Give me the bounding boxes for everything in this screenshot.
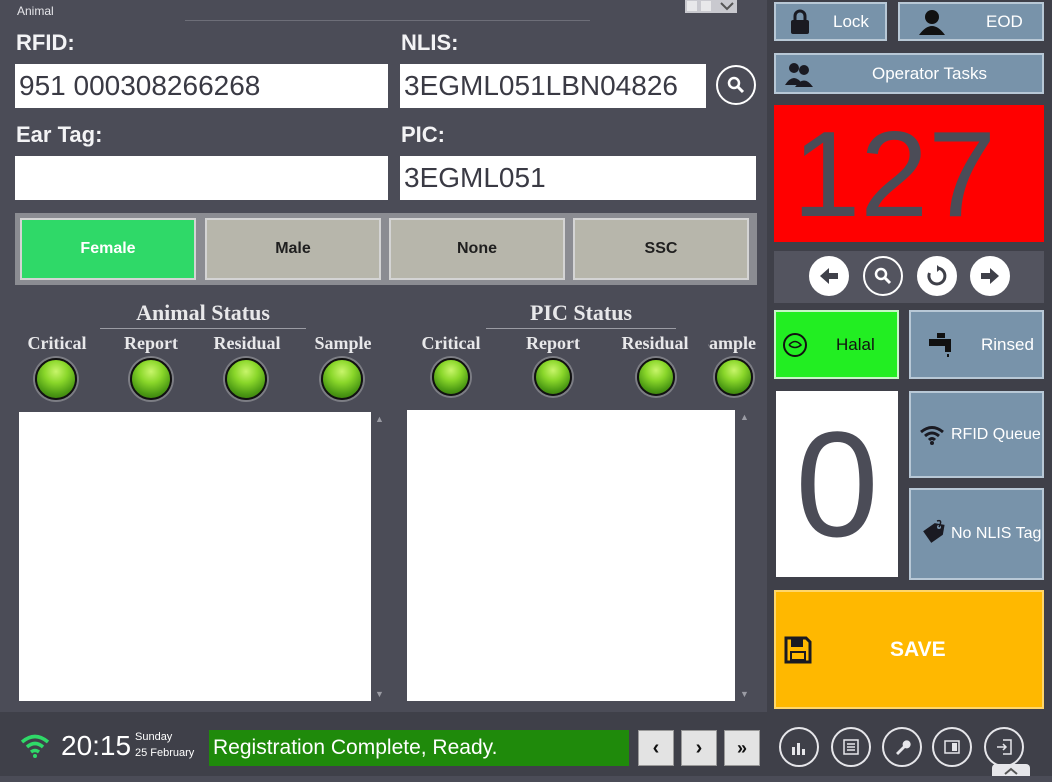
queue-count-value: 0 <box>795 400 879 568</box>
exit-icon <box>997 739 1012 755</box>
halal-icon <box>783 332 807 357</box>
animal-status-list[interactable] <box>19 412 371 701</box>
pic-critical-label: Critical <box>421 333 481 353</box>
lock-label: Lock <box>833 11 869 31</box>
rfid-queue-label: RFID Queue <box>951 425 1041 443</box>
sex-option-none[interactable]: None <box>389 218 565 280</box>
animal-status-divider <box>100 328 306 329</box>
pic-sample-indicator <box>715 358 753 396</box>
reports-button[interactable] <box>779 727 819 767</box>
arrow-left-icon <box>820 268 838 284</box>
animal-residual-label: Residual <box>213 333 281 353</box>
floppy-disk-icon <box>784 636 812 663</box>
animal-report-indicator <box>130 358 172 400</box>
ear-tag-label: Ear Tag: <box>16 122 103 147</box>
animal-status-scrollbar[interactable]: ▲ ▼ <box>371 412 388 701</box>
pic-report-indicator <box>534 358 572 396</box>
rfid-label: RFID: <box>16 30 75 55</box>
no-nlis-tag-label: No NLIS Tag <box>951 525 1042 542</box>
sex-option-female[interactable]: Female <box>20 218 196 280</box>
nlis-search-button[interactable] <box>716 65 756 105</box>
halal-label: Halal <box>836 334 875 354</box>
pic-input[interactable] <box>400 156 756 200</box>
page-previous-button[interactable]: ‹ <box>638 730 674 766</box>
clock-time: 20:15 <box>61 730 132 761</box>
rinsed-toggle[interactable]: Rinsed <box>909 310 1044 379</box>
animal-status-title: Animal Status <box>136 300 270 325</box>
page-next-button[interactable]: › <box>681 730 717 766</box>
wifi-icon <box>920 425 944 445</box>
rfid-queue-button[interactable]: RFID Queue <box>909 391 1044 478</box>
clock-date: 25 February <box>135 747 195 759</box>
refresh-icon <box>927 265 947 286</box>
pic-report-label: Report <box>526 333 580 353</box>
sex-option-ssc[interactable]: SSC <box>573 218 749 280</box>
padlock-icon <box>791 9 809 34</box>
pic-status-divider <box>486 328 676 329</box>
pic-label: PIC: <box>401 122 445 147</box>
pic-critical-indicator <box>432 358 470 396</box>
queue-count-panel: 0 <box>776 391 898 577</box>
sex-selector: Female Male None SSC <box>15 213 757 285</box>
arrow-right-icon <box>981 268 999 284</box>
animal-residual-indicator <box>225 358 267 400</box>
pic-status-title: PIC Status <box>529 300 633 325</box>
head-counter-value: 127 <box>792 106 996 242</box>
tap-icon <box>929 332 951 357</box>
save-button[interactable]: SAVE <box>774 590 1044 709</box>
pic-residual-label: Residual <box>621 333 689 353</box>
animal-critical-indicator <box>35 358 77 400</box>
page-last-button[interactable]: » <box>724 730 760 766</box>
panel-view-button[interactable] <box>932 727 972 767</box>
save-label: SAVE <box>890 637 946 661</box>
no-nlis-tag-button[interactable]: No NLIS Tag <box>909 488 1044 580</box>
refresh-button[interactable] <box>917 256 957 296</box>
status-message: Registration Complete, Ready. <box>209 730 629 766</box>
lock-button[interactable]: Lock <box>774 2 887 41</box>
window-title: Animal <box>17 4 54 18</box>
pic-sample-label: Sample <box>708 333 756 353</box>
chevron-up-icon <box>1004 767 1018 775</box>
sex-option-male[interactable]: Male <box>205 218 381 280</box>
clock-day: Sunday <box>135 731 173 743</box>
search-icon <box>874 267 892 285</box>
animal-sample-label: Sample <box>314 333 372 353</box>
next-animal-button[interactable] <box>970 256 1010 296</box>
operator-tasks-button[interactable]: Operator Tasks <box>774 53 1044 94</box>
operator-tasks-label: Operator Tasks <box>872 63 987 83</box>
rfid-input[interactable] <box>15 64 388 108</box>
bar-chart-icon <box>792 743 805 755</box>
previous-animal-button[interactable] <box>809 256 849 296</box>
pic-status-list[interactable] <box>407 410 735 701</box>
logout-button[interactable] <box>984 727 1024 767</box>
rinsed-label: Rinsed <box>981 334 1034 354</box>
find-animal-button[interactable] <box>863 256 903 296</box>
eod-label: EOD <box>986 11 1023 31</box>
pic-status-scrollbar[interactable]: ▲ ▼ <box>735 410 754 701</box>
halal-toggle[interactable]: Halal <box>774 310 899 379</box>
settings-button[interactable] <box>882 727 922 767</box>
wrench-icon <box>896 740 911 755</box>
head-counter-panel: 127 <box>774 105 1044 242</box>
eod-button[interactable]: EOD <box>898 2 1044 41</box>
person-icon <box>919 9 945 35</box>
expand-handle[interactable] <box>992 764 1030 776</box>
search-icon <box>727 76 745 94</box>
view-options-icon[interactable] <box>685 0 737 13</box>
wifi-status-icon <box>20 734 50 758</box>
nlis-input[interactable] <box>400 64 706 108</box>
title-divider <box>185 20 590 21</box>
ear-tag-input[interactable] <box>15 156 388 200</box>
pic-residual-indicator <box>637 358 675 396</box>
animal-critical-label: Critical <box>27 333 87 353</box>
pic-sample-clip: Sample <box>708 333 756 359</box>
list-icon <box>843 739 859 755</box>
group-icon <box>785 62 813 87</box>
list-button[interactable] <box>831 727 871 767</box>
tag-icon <box>923 519 945 543</box>
animal-sample-indicator <box>321 358 363 400</box>
animal-report-label: Report <box>124 333 178 353</box>
panel-icon <box>944 740 960 754</box>
nlis-label: NLIS: <box>401 30 459 55</box>
